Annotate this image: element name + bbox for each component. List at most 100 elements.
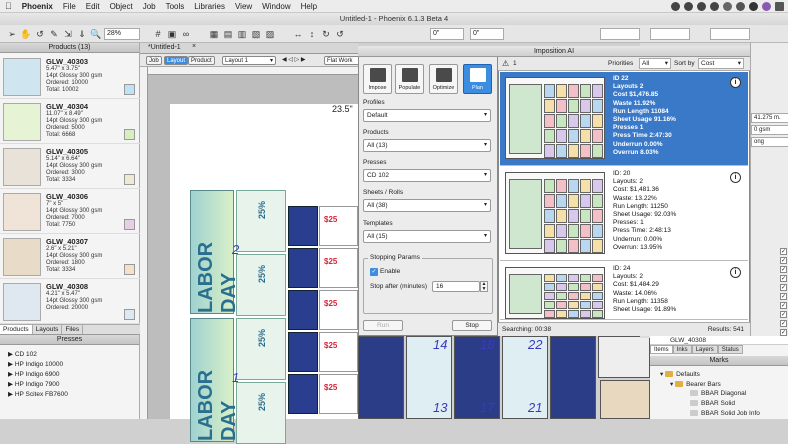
marks-item-bbar-solid-job-info[interactable]: BBAR Solid Job Info xyxy=(690,410,760,417)
impose-button[interactable]: Impose xyxy=(363,64,392,94)
checkbox[interactable]: ✓ xyxy=(780,329,787,336)
link-icon[interactable]: ∞ xyxy=(180,28,192,40)
plan-button[interactable]: Plan xyxy=(463,64,492,94)
marks-item-bbar-diagonal[interactable]: BBAR Diagonal xyxy=(690,390,746,397)
height-field[interactable] xyxy=(650,28,690,40)
layout-select[interactable]: Layout 1 ▾ xyxy=(222,56,276,65)
menu-job[interactable]: Job xyxy=(138,2,161,11)
info-icon[interactable]: i xyxy=(730,172,741,183)
stop-after-input[interactable]: 16 xyxy=(432,281,480,292)
coupon-card[interactable]: $25 xyxy=(319,332,358,372)
weight-field[interactable]: 0 gsm xyxy=(751,125,788,135)
menu-view[interactable]: View xyxy=(230,2,257,11)
product-card[interactable] xyxy=(598,336,650,378)
zoom-tool-icon[interactable]: 🔍 xyxy=(90,28,102,40)
flip-v-icon[interactable]: ↕ xyxy=(306,28,318,40)
press-item[interactable]: ▶ HP Scitex FB7600 xyxy=(8,390,68,398)
product-card[interactable] xyxy=(288,248,318,288)
marks-item-bearer-bars[interactable]: ▾ Bearer Bars xyxy=(670,380,721,388)
product-item[interactable]: GLW_40305 5.14" x 6.64" 14pt Glossy 300 gs… xyxy=(0,144,140,189)
rotate-tool-icon[interactable]: ↺ xyxy=(34,28,46,40)
tab-layers[interactable]: Layers xyxy=(691,345,718,354)
product-item[interactable]: GLW_40304 11.07" x 8.49" 14pt Glossy 300 g… xyxy=(0,99,140,144)
press-item[interactable]: ▶ HP Indigo 6900 xyxy=(8,370,60,378)
tab-items[interactable]: Items xyxy=(650,345,673,354)
grain-field[interactable]: ong xyxy=(751,137,788,147)
status-icon[interactable] xyxy=(697,2,706,11)
nav-arrows-icon[interactable]: ◀ ◁ ▷ ▶ xyxy=(280,56,307,65)
selected-item-row[interactable]: GLW_40308 xyxy=(650,336,788,345)
populate-button[interactable]: Populate xyxy=(395,64,424,94)
info-icon[interactable]: i xyxy=(730,77,741,88)
run-button[interactable]: Run xyxy=(363,320,403,331)
zoom-field[interactable]: 28% xyxy=(104,28,140,40)
view-select[interactable]: Flat Work xyxy=(324,56,360,65)
align-left-icon[interactable]: ▦ xyxy=(208,28,220,40)
search-icon[interactable] xyxy=(749,2,758,11)
checkbox[interactable]: ✓ xyxy=(780,248,787,255)
volume-icon[interactable] xyxy=(736,2,745,11)
product-button[interactable]: Product xyxy=(188,56,215,65)
product-item[interactable]: GLW_40306 7" x 5" 14pt Glossy 300 gsm Order… xyxy=(0,189,140,234)
coupon-card[interactable]: $25 xyxy=(319,290,358,330)
checkbox[interactable]: ✓ xyxy=(780,302,787,309)
menu-file[interactable]: File xyxy=(58,2,81,11)
profiles-select[interactable]: Default ▾ xyxy=(363,109,491,122)
product-card[interactable] xyxy=(288,374,318,414)
grid-icon[interactable]: # xyxy=(152,28,164,40)
menu-edit[interactable]: Edit xyxy=(81,2,105,11)
result-card[interactable]: ID 22 Layouts 2 Cost $1,476.85 Waste 11.92%… xyxy=(500,72,748,166)
image-icon[interactable]: ▣ xyxy=(166,28,178,40)
menu-window[interactable]: Window xyxy=(257,2,295,11)
product-item[interactable]: GLW_40308 4.21" x 5.47" 14pt Glossy 300 gs… xyxy=(0,279,140,324)
y-field[interactable]: 0" xyxy=(470,28,504,40)
width-field[interactable] xyxy=(600,28,640,40)
product-card[interactable] xyxy=(358,336,404,419)
result-card[interactable]: ID: 24 Layouts: 2 Cost: $1,484.29 Waste: 14… xyxy=(500,262,748,320)
sort-by-select[interactable]: Cost ▾ xyxy=(698,58,744,69)
product-item[interactable]: GLW_40303 5.47" x 3.75" 14pt Glossy 300 gs… xyxy=(0,54,140,99)
text-tool-icon[interactable]: ⇓ xyxy=(76,28,88,40)
tab-status[interactable]: Status xyxy=(717,345,743,354)
flip-h-icon[interactable]: ↔ xyxy=(292,28,304,40)
optimize-button[interactable]: Optimize xyxy=(429,64,458,94)
info-icon[interactable]: i xyxy=(730,267,741,278)
checkbox[interactable]: ✓ xyxy=(780,311,787,318)
checkbox[interactable]: ✓ xyxy=(780,275,787,282)
products-select[interactable]: All (13) ▾ xyxy=(363,139,491,152)
status-icon[interactable] xyxy=(671,2,680,11)
menu-list-icon[interactable] xyxy=(775,2,784,11)
checkbox[interactable]: ✓ xyxy=(780,266,787,273)
user-icon[interactable] xyxy=(762,2,771,11)
marks-item-bbar-solid[interactable]: BBAR Solid xyxy=(690,400,735,407)
status-icon[interactable] xyxy=(684,2,693,11)
stepper-icon[interactable]: ▲ ▼ xyxy=(480,281,488,292)
enable-checkbox[interactable]: ✓ xyxy=(370,268,378,276)
rotate-ccw-icon[interactable]: ↺ xyxy=(334,28,346,40)
press-item[interactable]: ▶ CD 102 xyxy=(8,350,37,358)
menu-object[interactable]: Object xyxy=(105,2,138,11)
measure-tool-icon[interactable]: ⇲ xyxy=(62,28,74,40)
sheets-select[interactable]: All (38) ▾ xyxy=(363,199,491,212)
product-card[interactable] xyxy=(288,332,318,372)
pen-tool-icon[interactable]: ✎ xyxy=(48,28,60,40)
hand-tool-icon[interactable]: ✋ xyxy=(20,28,32,40)
coupon-card[interactable]: 25% xyxy=(236,318,286,380)
menu-app[interactable]: Phoenix xyxy=(17,2,58,11)
checkbox[interactable]: ✓ xyxy=(780,293,787,300)
menu-libraries[interactable]: Libraries xyxy=(189,2,230,11)
product-card[interactable] xyxy=(600,380,650,419)
marks-item-defaults[interactable]: ▾ Defaults xyxy=(660,370,700,378)
product-card[interactable] xyxy=(288,206,318,246)
labor-day-card[interactable]: LABOR DAY xyxy=(190,318,240,442)
layout-button[interactable]: Layout xyxy=(164,56,189,65)
templates-select[interactable]: All (15) ▾ xyxy=(363,230,491,243)
press-item[interactable]: ▶ HP Indigo 10000 xyxy=(8,360,63,368)
stack-icon[interactable]: ▨ xyxy=(264,28,276,40)
checkbox[interactable]: ✓ xyxy=(780,284,787,291)
rotate-cw-icon[interactable]: ↻ xyxy=(320,28,332,40)
press-item[interactable]: ▶ HP Indigo 7900 xyxy=(8,380,60,388)
product-card[interactable] xyxy=(288,290,318,330)
close-tab-icon[interactable]: × xyxy=(192,43,196,50)
coupon-card[interactable]: 25% xyxy=(236,254,286,316)
